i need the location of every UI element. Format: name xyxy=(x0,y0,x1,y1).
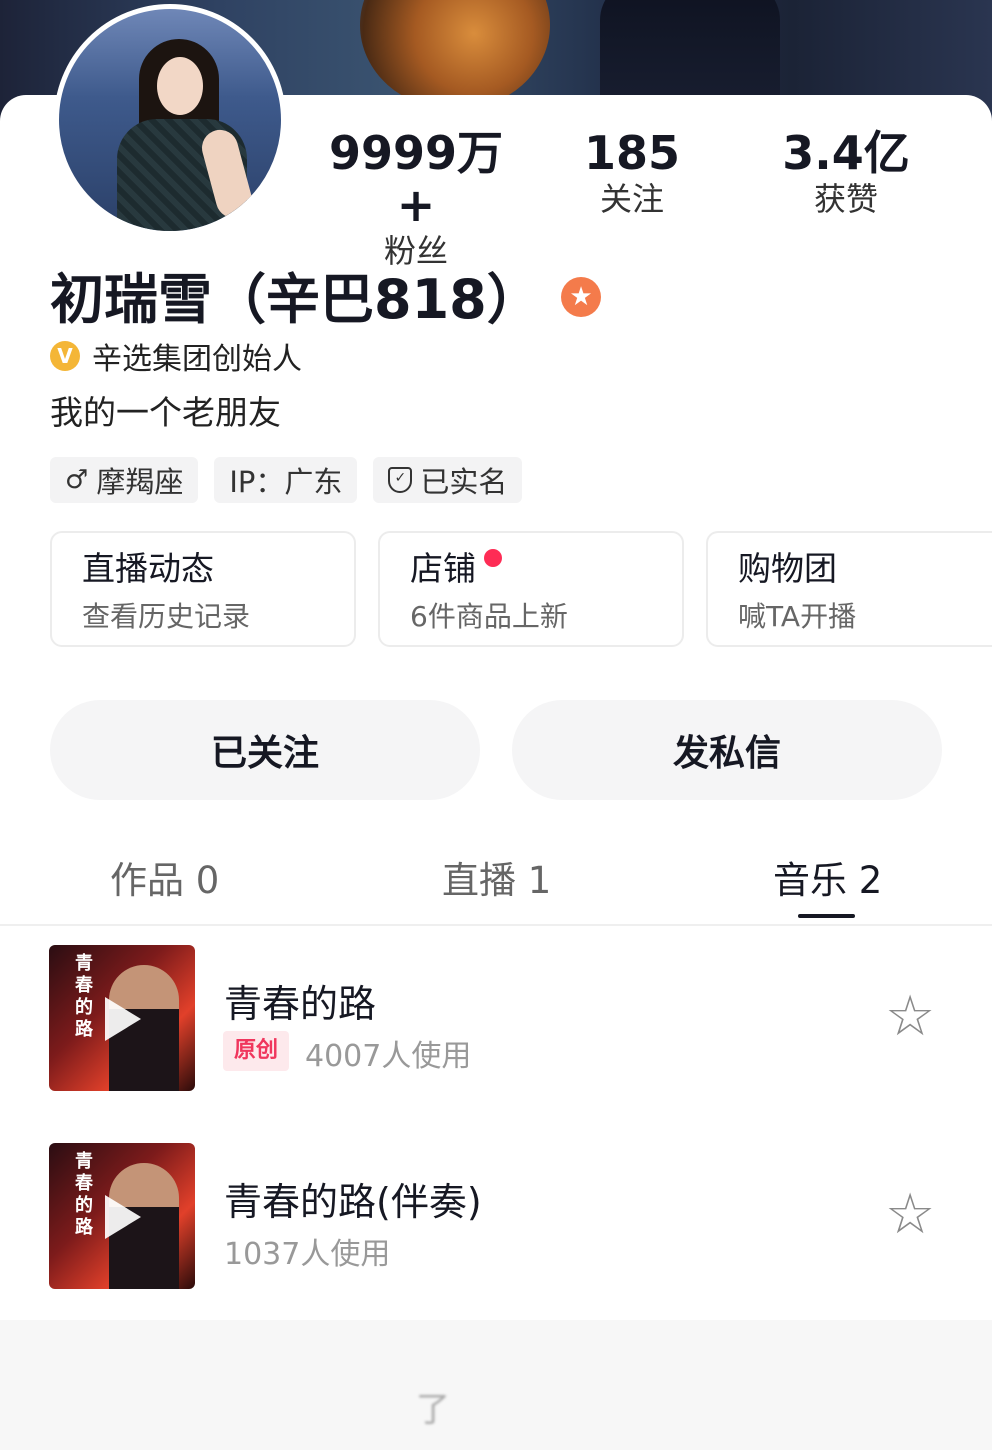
profile-bio: 我的一个老朋友 xyxy=(50,393,281,432)
verification-text: 辛选集团创始人 xyxy=(92,342,302,377)
tab-live[interactable]: 直播 1 xyxy=(442,850,551,904)
male-icon: ♂ xyxy=(65,465,89,495)
feature-shopping-group[interactable]: 购物团 喊TA开播 xyxy=(706,531,992,647)
shield-check-icon: ✓ xyxy=(388,467,413,493)
active-tab-indicator xyxy=(798,914,855,918)
tab-works[interactable]: 作品 0 xyxy=(110,850,219,904)
stat-likes[interactable]: 3.4亿 获赞 xyxy=(756,127,936,219)
song-usage: 4007人使用 xyxy=(305,1039,472,1074)
tab-music[interactable]: 音乐 2 xyxy=(773,850,882,904)
play-icon[interactable] xyxy=(105,997,141,1041)
footer-area: 了 xyxy=(0,1320,992,1450)
stat-followers[interactable]: 9999万+ 粉丝 xyxy=(326,127,506,271)
star-badge-icon[interactable]: ★ xyxy=(561,277,601,317)
following-label: 关注 xyxy=(599,180,664,218)
new-dot-badge xyxy=(484,549,502,567)
tag-ip-label: IP：广东 xyxy=(229,465,343,499)
footer-text: 了 xyxy=(416,1390,450,1430)
followed-button[interactable]: 已关注 xyxy=(50,700,480,800)
likes-label: 获赞 xyxy=(813,180,878,218)
list-item[interactable]: 青春的路 青春的路(伴奏) 1037人使用 ☆ xyxy=(49,1143,992,1289)
content-tabs: 作品 0 直播 1 音乐 2 xyxy=(0,838,992,926)
avatar[interactable] xyxy=(54,4,286,236)
tag-verified-label: 已实名 xyxy=(420,465,508,499)
favorite-star-icon[interactable]: ☆ xyxy=(885,1187,935,1243)
feature-shop-sub: 6件商品上新 xyxy=(410,600,568,633)
feature-live-title: 直播动态 xyxy=(82,549,214,588)
profile-tags: ♂ 摩羯座 IP：广东 ✓ 已实名 xyxy=(50,457,523,503)
tag-zodiac: ♂ 摩羯座 xyxy=(50,457,199,503)
cover-text: 青春的路 xyxy=(75,953,93,1040)
banner-lion-image xyxy=(360,0,550,110)
stat-following[interactable]: 185 关注 xyxy=(542,127,722,219)
message-button[interactable]: 发私信 xyxy=(512,700,942,800)
song-usage: 1037人使用 xyxy=(224,1237,391,1272)
feature-shop[interactable]: 店铺 6件商品上新 xyxy=(378,531,684,647)
original-badge: 原创 xyxy=(223,1031,289,1071)
song-title: 青春的路 xyxy=(224,982,377,1026)
song-cover[interactable]: 青春的路 xyxy=(49,945,195,1091)
favorite-star-icon[interactable]: ☆ xyxy=(885,989,935,1045)
feature-group-title: 购物团 xyxy=(738,549,837,588)
list-item[interactable]: 青春的路 青春的路 原创 4007人使用 ☆ xyxy=(49,945,992,1091)
profile-name: 初瑞雪（辛巴818） xyxy=(50,268,541,331)
followers-label: 粉丝 xyxy=(383,232,448,270)
verified-v-icon: V xyxy=(50,341,80,371)
cover-text: 青春的路 xyxy=(75,1151,93,1238)
feature-shop-title: 店铺 xyxy=(410,549,476,588)
feature-live-history[interactable]: 直播动态 查看历史记录 xyxy=(50,531,356,647)
verification-info: V 辛选集团创始人 xyxy=(50,338,302,377)
feature-group-sub: 喊TA开播 xyxy=(738,600,857,633)
tag-ip: IP：广东 xyxy=(214,457,358,503)
feature-cards: 直播动态 查看历史记录 店铺 6件商品上新 购物团 喊TA开播 xyxy=(50,531,992,647)
play-icon[interactable] xyxy=(105,1195,141,1239)
song-title: 青春的路(伴奏) xyxy=(224,1180,482,1224)
followers-count: 9999万+ xyxy=(328,126,504,232)
song-cover[interactable]: 青春的路 xyxy=(49,1143,195,1289)
tag-zodiac-label: 摩羯座 xyxy=(96,465,184,499)
feature-live-sub: 查看历史记录 xyxy=(82,600,251,633)
following-count: 185 xyxy=(583,126,681,180)
likes-count: 3.4亿 xyxy=(782,126,910,180)
tag-verified: ✓ 已实名 xyxy=(373,457,523,503)
